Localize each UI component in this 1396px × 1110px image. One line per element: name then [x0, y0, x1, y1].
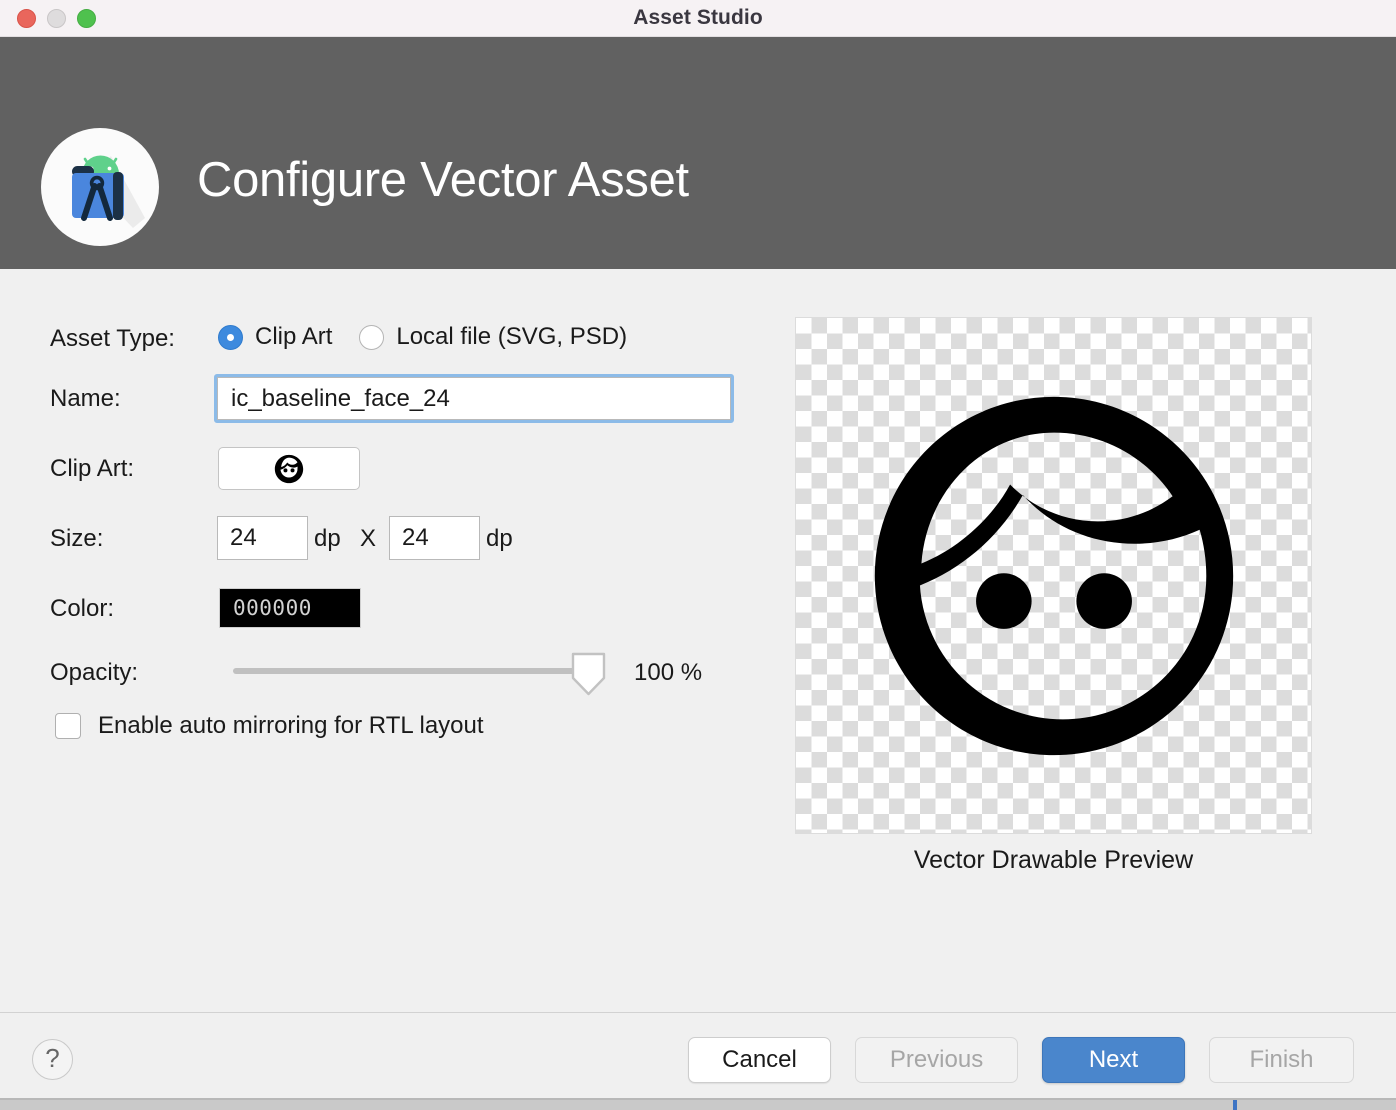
color-swatch-button[interactable]: 000000: [219, 588, 361, 628]
size-height-unit: dp: [486, 525, 513, 552]
desktop-accent-mark: [1233, 1100, 1237, 1110]
asset-type-label: Asset Type:: [50, 325, 175, 352]
vector-drawable-preview-panel: [795, 317, 1312, 834]
name-input[interactable]: ic_baseline_face_24: [214, 374, 734, 423]
rtl-mirroring-row[interactable]: Enable auto mirroring for RTL layout: [55, 712, 484, 740]
rtl-mirroring-checkbox[interactable]: [55, 713, 81, 739]
opacity-label: Opacity:: [50, 659, 139, 686]
wizard-header-banner: Configure Vector Asset: [0, 37, 1396, 269]
size-height-value: 24: [402, 524, 429, 551]
size-separator: X: [360, 525, 377, 552]
next-button[interactable]: Next: [1042, 1037, 1185, 1083]
android-studio-logo-icon: [41, 128, 159, 246]
asset-type-radio-group: Clip Art Local file (SVG, PSD): [218, 323, 654, 351]
face-icon: [274, 454, 304, 483]
size-width-input[interactable]: 24: [217, 516, 308, 560]
opacity-slider-track[interactable]: [233, 668, 601, 674]
radio-local-file-label: Local file (SVG, PSD): [396, 323, 628, 350]
name-input-value: ic_baseline_face_24: [231, 385, 450, 412]
radio-clip-art-label: Clip Art: [255, 323, 333, 350]
window-title: Asset Studio: [633, 6, 763, 29]
page-title: Configure Vector Asset: [197, 153, 689, 207]
name-label: Name:: [50, 385, 121, 412]
color-hex-value: 000000: [233, 596, 312, 620]
size-width-unit: dp: [314, 525, 341, 552]
size-label: Size:: [50, 525, 104, 552]
rtl-mirroring-label: Enable auto mirroring for RTL layout: [98, 712, 484, 739]
name-input-inner[interactable]: ic_baseline_face_24: [217, 377, 731, 420]
color-label: Color:: [50, 595, 115, 622]
clip-art-label: Clip Art:: [50, 455, 135, 482]
size-width-value: 24: [230, 524, 257, 551]
size-height-input[interactable]: 24: [389, 516, 480, 560]
help-button[interactable]: ?: [32, 1039, 73, 1080]
window-titlebar: Asset Studio: [0, 0, 1396, 37]
desktop-strip: [0, 1100, 1396, 1110]
asset-type-option-clip-art[interactable]: Clip Art: [218, 323, 332, 351]
asset-type-option-local-file[interactable]: Local file (SVG, PSD): [359, 323, 627, 351]
cancel-button[interactable]: Cancel: [688, 1037, 831, 1083]
opacity-slider-thumb[interactable]: [571, 652, 606, 696]
radio-local-file-icon[interactable]: [359, 324, 385, 350]
finish-button[interactable]: Finish: [1209, 1037, 1354, 1083]
preview-face-icon: [874, 396, 1233, 755]
previous-button[interactable]: Previous: [855, 1037, 1018, 1083]
asset-studio-window: Asset Studio Configure Vector Asset Asse…: [0, 0, 1396, 1110]
radio-clip-art-icon[interactable]: [218, 324, 243, 350]
preview-caption: Vector Drawable Preview: [913, 846, 1194, 874]
clip-art-picker-button[interactable]: [218, 447, 360, 490]
opacity-value: 100 %: [634, 659, 703, 686]
